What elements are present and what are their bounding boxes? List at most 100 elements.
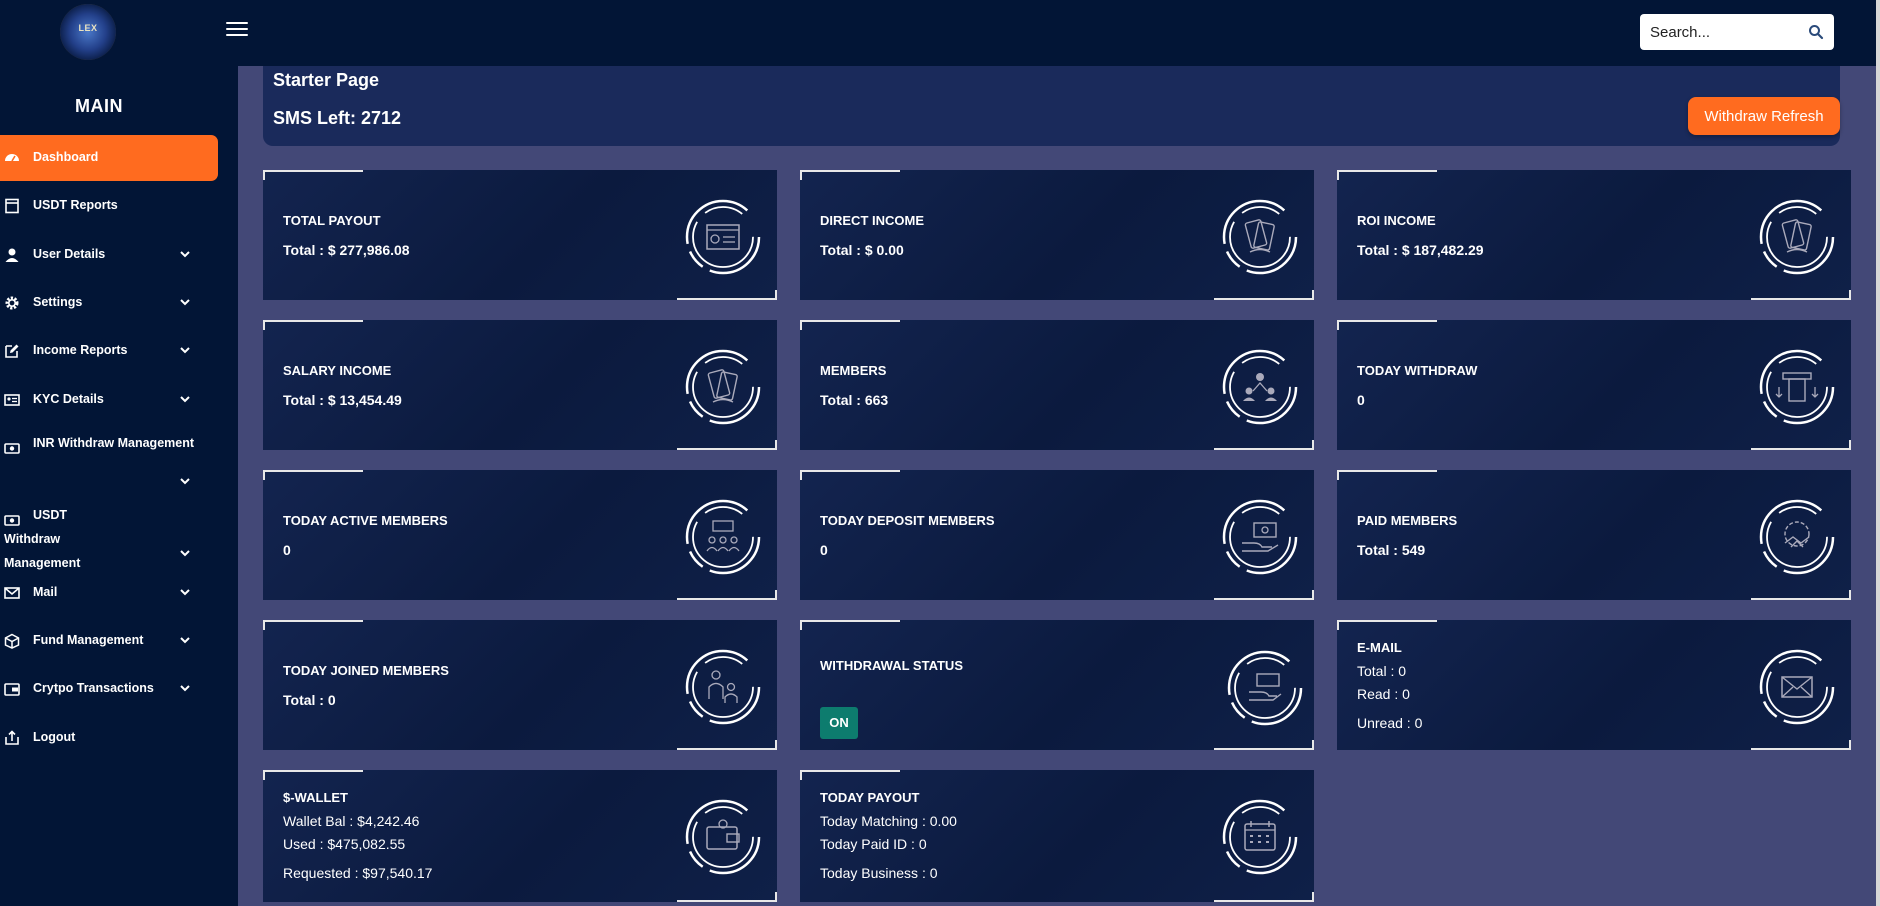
brand-logo[interactable]: LEX xyxy=(60,4,116,60)
sidebar-item-usdt-reports[interactable]: USDT Reports xyxy=(0,183,218,229)
sidebar-item-label: USDT Withdraw Management xyxy=(4,508,81,570)
email-unread: Unread : 0 xyxy=(1357,715,1423,731)
search-box xyxy=(1640,14,1834,50)
page-scrollbar[interactable] xyxy=(1876,0,1880,906)
card-today-active-members: TODAY ACTIVE MEMBERS 0 xyxy=(263,470,777,600)
card-email: E-MAIL Total : 0 Read : 0 Unread : 0 xyxy=(1337,620,1851,750)
money-icon xyxy=(1222,199,1298,275)
menu-toggle-icon[interactable] xyxy=(226,22,248,40)
sidebar-item-label: Mail xyxy=(33,585,58,599)
card-title: TOTAL PAYOUT xyxy=(283,213,381,228)
chevron-down-icon xyxy=(180,589,190,596)
money-icon xyxy=(1759,199,1835,275)
withdraw-refresh-button[interactable]: Withdraw Refresh xyxy=(1688,97,1840,135)
card-direct-income: DIRECT INCOME Total : $ 0.00 xyxy=(800,170,1314,300)
sidebar-item-dashboard[interactable]: Dashboard xyxy=(0,135,218,181)
card-salary-income: SALARY INCOME Total : $ 13,454.49 xyxy=(263,320,777,450)
card-paid-members: PAID MEMBERS Total : 549 xyxy=(1337,470,1851,600)
card-today-withdraw: TODAY WITHDRAW 0 xyxy=(1337,320,1851,450)
sidebar-item-kyc-details[interactable]: KYC Details xyxy=(0,377,218,423)
money-icon xyxy=(685,349,761,425)
chevron-down-icon xyxy=(180,251,190,258)
sms-left-count: SMS Left: 2712 xyxy=(273,108,402,128)
sidebar-item-label: User Details xyxy=(33,247,106,261)
top-bar: LEX xyxy=(0,0,1876,66)
team-icon xyxy=(1222,349,1298,425)
handshake-icon xyxy=(1759,499,1835,575)
mail-icon xyxy=(4,587,20,599)
today-paid-id: Today Paid ID : 0 xyxy=(820,836,927,852)
wallet-icon xyxy=(4,683,20,696)
card-title: PAID MEMBERS xyxy=(1357,513,1458,528)
card-value: 0 xyxy=(1357,392,1365,408)
cash-hand-icon xyxy=(1227,650,1303,726)
sidebar-item-crypto-transactions[interactable]: Crytpo Transactions xyxy=(0,666,218,712)
card-title: DIRECT INCOME xyxy=(820,213,924,228)
page-title: Starter Page xyxy=(273,70,380,90)
card-value: Total : 0 xyxy=(283,692,336,708)
today-matching: Today Matching : 0.00 xyxy=(820,813,957,829)
sidebar-item-label: KYC Details xyxy=(33,392,104,406)
sidebar-item-fund-management[interactable]: Fund Management xyxy=(0,618,218,664)
sidebar-item-label: Fund Management xyxy=(33,633,144,647)
logout-icon xyxy=(5,730,19,745)
card-title: TODAY PAYOUT xyxy=(820,790,920,805)
search-icon[interactable] xyxy=(1808,24,1824,40)
card-roi-income: ROI INCOME Total : $ 187,482.29 xyxy=(1337,170,1851,300)
sidebar-item-label: Crytpo Transactions xyxy=(33,681,154,695)
card-title: ROI INCOME xyxy=(1357,213,1436,228)
chevron-down-icon xyxy=(180,637,190,644)
card-value: 0 xyxy=(283,542,291,558)
sidebar-item-usdt-withdraw-management[interactable]: USDT Withdraw Management xyxy=(0,497,218,570)
card-today-payout: TODAY PAYOUT Today Matching : 0.00 Today… xyxy=(800,770,1314,902)
sidebar-item-label: Settings xyxy=(33,295,83,309)
card-title: SALARY INCOME xyxy=(283,363,392,378)
wallet-requested: Requested : $97,540.17 xyxy=(283,865,433,881)
document-icon xyxy=(5,198,19,214)
card-title: E-MAIL xyxy=(1357,640,1402,655)
email-read: Read : 0 xyxy=(1357,686,1410,702)
card-title: TODAY JOINED MEMBERS xyxy=(283,663,449,678)
sidebar-item-settings[interactable]: Settings xyxy=(0,280,218,326)
card-title: WITHDRAWAL STATUS xyxy=(820,658,963,673)
chevron-down-icon xyxy=(180,478,190,485)
sidebar-item-inr-withdraw-management[interactable]: INR Withdraw Management xyxy=(0,425,218,497)
sidebar-item-user-details[interactable]: User Details xyxy=(0,232,218,278)
card-total-payout: TOTAL PAYOUT Total : $ 277,986.08 xyxy=(263,170,777,300)
sidebar-item-mail[interactable]: Mail xyxy=(0,570,218,616)
atm-withdraw-icon xyxy=(1759,349,1835,425)
sidebar-section-title: MAIN xyxy=(75,96,123,116)
sidebar-item-label: USDT Reports xyxy=(33,198,118,212)
sidebar-item-label: Dashboard xyxy=(33,150,99,164)
sidebar-item-label: Logout xyxy=(33,730,76,744)
payout-dashboard-icon xyxy=(685,199,761,275)
sidebar: MAIN Dashboard USDT Reports User Details… xyxy=(0,66,238,906)
card-value: Total : 663 xyxy=(820,392,889,408)
card-title: MEMBERS xyxy=(820,363,887,378)
group-icon xyxy=(685,499,761,575)
card-value: Total : $ 187,482.29 xyxy=(1357,242,1484,258)
card-value: Total : 549 xyxy=(1357,542,1426,558)
withdrawal-status-toggle[interactable]: ON xyxy=(820,707,858,739)
sidebar-item-label: Income Reports xyxy=(33,343,128,357)
wallet-used: Used : $475,082.55 xyxy=(283,836,406,852)
chevron-down-icon xyxy=(180,685,190,692)
card-title: TODAY DEPOSIT MEMBERS xyxy=(820,513,995,528)
chevron-down-icon xyxy=(180,299,190,306)
card-title: TODAY WITHDRAW xyxy=(1357,363,1478,378)
card-value: Total : $ 0.00 xyxy=(820,242,904,258)
chevron-down-icon xyxy=(180,347,190,354)
sidebar-item-label: INR Withdraw Management xyxy=(33,436,195,450)
box-icon xyxy=(4,633,20,649)
sidebar-item-logout[interactable]: Logout xyxy=(0,715,218,761)
wallet-balance: Wallet Bal : $4,242.46 xyxy=(283,813,420,829)
sidebar-item-income-reports[interactable]: Income Reports xyxy=(0,328,218,374)
logo-text: LEX xyxy=(78,23,98,33)
envelope-icon xyxy=(1759,649,1835,725)
card-today-deposit-members: TODAY DEPOSIT MEMBERS 0 xyxy=(800,470,1314,600)
card-value: Total : $ 13,454.49 xyxy=(283,392,402,408)
wallet-icon xyxy=(685,799,761,875)
search-input[interactable] xyxy=(1650,22,1800,42)
card-today-joined-members: TODAY JOINED MEMBERS Total : 0 xyxy=(263,620,777,750)
cash-icon xyxy=(4,443,20,454)
